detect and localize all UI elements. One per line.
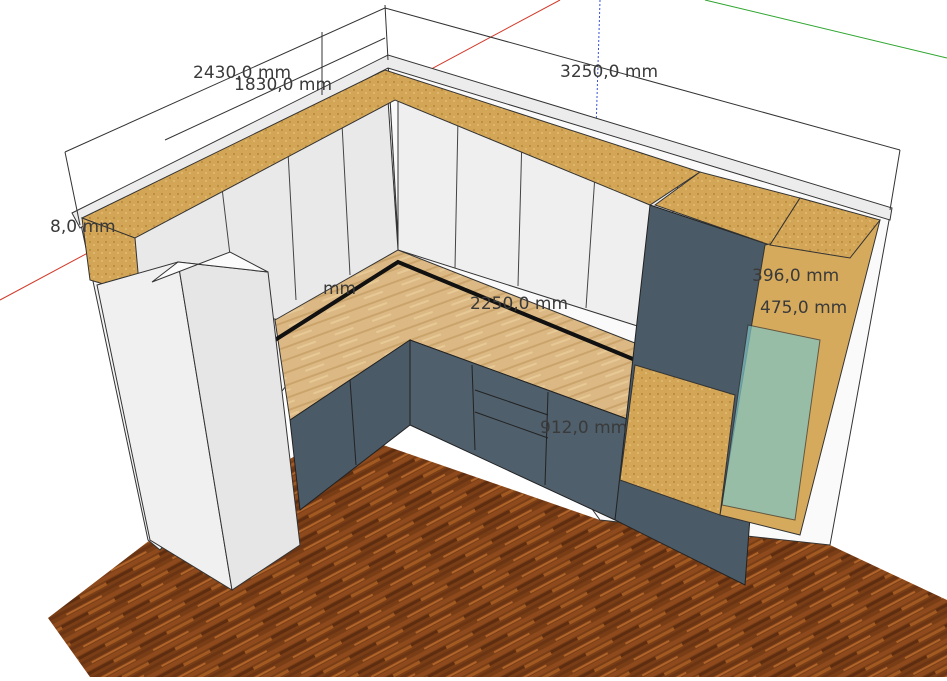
dimension-label-1830: 1830,0 mm xyxy=(234,75,332,95)
dimension-label-396: 396,0 mm xyxy=(752,266,839,286)
dimension-label-3250: 3250,0 mm xyxy=(560,62,658,82)
kitchen-model-canvas[interactable]: 2430,0 mm 1830,0 mm 3250,0 mm 8,0 mm mm … xyxy=(0,0,947,677)
dimension-label-8: 8,0 mm xyxy=(50,217,116,237)
green-axis-line xyxy=(704,0,947,59)
dimension-label-475: 475,0 mm xyxy=(760,298,847,318)
dimension-label-912: 912,0 mm xyxy=(540,418,627,438)
sketchup-3d-viewport[interactable]: 2430,0 mm 1830,0 mm 3250,0 mm 8,0 mm mm … xyxy=(0,0,947,677)
dimension-label-2250: 2250,0 mm xyxy=(470,294,568,314)
dimension-label-mm: mm xyxy=(323,279,356,299)
